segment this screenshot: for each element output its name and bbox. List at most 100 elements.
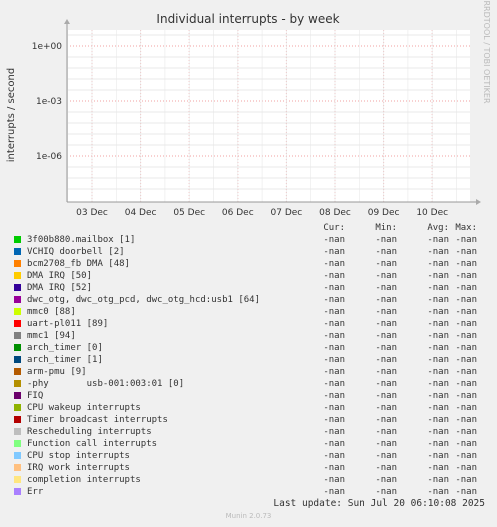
legend-swatch: [14, 332, 21, 339]
legend-header: Cur: Min: Avg: Max:: [12, 222, 492, 234]
legend-min-value: -nan: [375, 247, 397, 257]
legend-label: bcm2708_fb DMA [48]: [27, 259, 130, 269]
legend-cur-value: -nan: [323, 283, 345, 293]
legend-min-value: -nan: [375, 379, 397, 389]
legend-label: arm-pmu [9]: [27, 367, 87, 377]
legend-max-value: -nan: [455, 487, 477, 497]
col-cur: Cur:: [323, 223, 345, 233]
legend-label: FIQ: [27, 391, 44, 401]
legend-max-value: -nan: [455, 271, 477, 281]
legend-max-value: -nan: [455, 319, 477, 329]
legend-min-value: -nan: [375, 271, 397, 281]
legend-max-value: -nan: [455, 295, 477, 305]
legend-cur-value: -nan: [323, 403, 345, 413]
legend-max-value: -nan: [455, 283, 477, 293]
legend-item: completion interrupts -nan -nan -nan -nan: [12, 474, 492, 486]
legend-cur-value: -nan: [323, 235, 345, 245]
legend-swatch: [14, 248, 21, 255]
legend-max-value: -nan: [455, 427, 477, 437]
last-update: Last update: Sun Jul 20 06:10:08 2025: [273, 498, 485, 509]
rrdtool-credit: RRDTOOL / TOBI OETIKER: [482, 0, 491, 103]
legend-label: Timer broadcast interrupts: [27, 415, 168, 425]
col-max: Max:: [455, 223, 477, 233]
legend-item: DMA IRQ [52] -nan -nan -nan -nan: [12, 282, 492, 294]
legend-swatch: [14, 236, 21, 243]
legend-max-value: -nan: [455, 451, 477, 461]
legend-swatch: [14, 272, 21, 279]
legend-item: DMA IRQ [50] -nan -nan -nan -nan: [12, 270, 492, 282]
legend-cur-value: -nan: [323, 415, 345, 425]
legend-min-value: -nan: [375, 259, 397, 269]
legend-item: mmc1 [94] -nan -nan -nan -nan: [12, 330, 492, 342]
legend-min-value: -nan: [375, 403, 397, 413]
chart-title: Individual interrupts - by week: [156, 12, 339, 26]
legend-item: arch_timer [0] -nan -nan -nan -nan: [12, 342, 492, 354]
legend-item: arch_timer [1] -nan -nan -nan -nan: [12, 354, 492, 366]
x-tick-label: 07 Dec: [271, 208, 303, 218]
legend-item: Function call interrupts -nan -nan -nan -nan: [12, 438, 492, 450]
legend-max-value: -nan: [455, 379, 477, 389]
legend-swatch: [14, 488, 21, 495]
legend-swatch: [14, 356, 21, 363]
legend-label: mmc1 [94]: [27, 331, 76, 341]
y-tick-label: 1e-03: [36, 97, 62, 107]
legend-cur-value: -nan: [323, 331, 345, 341]
legend-max-value: -nan: [455, 331, 477, 341]
legend-label: Err: [27, 487, 44, 497]
legend-min-value: -nan: [375, 355, 397, 365]
legend-max-value: -nan: [455, 355, 477, 365]
legend-label: DMA IRQ [50]: [27, 271, 93, 281]
legend-cur-value: -nan: [323, 391, 345, 401]
legend-item: VCHIQ doorbell [2] -nan -nan -nan -nan: [12, 246, 492, 258]
legend-cur-value: -nan: [323, 271, 345, 281]
legend-swatch: [14, 428, 21, 435]
legend-max-value: -nan: [455, 415, 477, 425]
legend-rows: 3f00b880.mailbox [1] -nan -nan -nan -nan VCHI…: [12, 234, 492, 498]
legend-cur-value: -nan: [323, 439, 345, 449]
legend-cur-value: -nan: [323, 379, 345, 389]
legend-cur-value: -nan: [323, 451, 345, 461]
legend-item: arm-pmu [9] -nan -nan -nan -nan: [12, 366, 492, 378]
y-axis-label: interrupts / second: [6, 68, 17, 162]
legend-cur-value: -nan: [323, 307, 345, 317]
legend-swatch: [14, 284, 21, 291]
legend-swatch: [14, 368, 21, 375]
legend-min-value: -nan: [375, 451, 397, 461]
legend-max-value: -nan: [455, 391, 477, 401]
x-tick-label: 08 Dec: [319, 208, 351, 218]
y-ticks: 1e+00 1e-03 1e-06: [32, 42, 63, 162]
legend-max-value: -nan: [455, 475, 477, 485]
legend-swatch: [14, 440, 21, 447]
legend-swatch: [14, 380, 21, 387]
legend: Cur: Min: Avg: Max: 3f00b880.mailbox [1]…: [12, 222, 492, 498]
legend-cur-value: -nan: [323, 259, 345, 269]
legend-label: dwc_otg, dwc_otg_pcd, dwc_otg_hcd:usb1 […: [27, 295, 260, 305]
legend-label: completion interrupts: [27, 475, 141, 485]
legend-cur-value: -nan: [323, 367, 345, 377]
legend-cur-value: -nan: [323, 247, 345, 257]
plot-area: [67, 30, 470, 202]
legend-label: -phy usb-001:003:01 [0]: [27, 379, 185, 389]
legend-min-value: -nan: [375, 367, 397, 377]
legend-min-value: -nan: [375, 295, 397, 305]
legend-swatch: [14, 308, 21, 315]
legend-swatch: [14, 476, 21, 483]
legend-cur-value: -nan: [323, 319, 345, 329]
legend-cur-value: -nan: [323, 343, 345, 353]
chart: Individual interrupts - by week interrup…: [6, 0, 491, 218]
legend-label: arch_timer [0]: [27, 343, 103, 353]
legend-label: DMA IRQ [52]: [27, 283, 93, 293]
legend-item: Timer broadcast interrupts -nan -nan -nan -n…: [12, 414, 492, 426]
legend-label: VCHIQ doorbell [2]: [27, 247, 125, 257]
legend-min-value: -nan: [375, 427, 397, 437]
legend-max-value: -nan: [455, 439, 477, 449]
legend-swatch: [14, 320, 21, 327]
legend-item: Rescheduling interrupts -nan -nan -nan -nan: [12, 426, 492, 438]
legend-min-value: -nan: [375, 319, 397, 329]
legend-item: dwc_otg, dwc_otg_pcd, dwc_otg_hcd:usb1 […: [12, 294, 492, 306]
legend-swatch: [14, 452, 21, 459]
y-tick-label: 1e-06: [36, 152, 62, 162]
legend-min-value: -nan: [375, 307, 397, 317]
legend-swatch: [14, 464, 21, 471]
legend-item: mmc0 [88] -nan -nan -nan -nan: [12, 306, 492, 318]
